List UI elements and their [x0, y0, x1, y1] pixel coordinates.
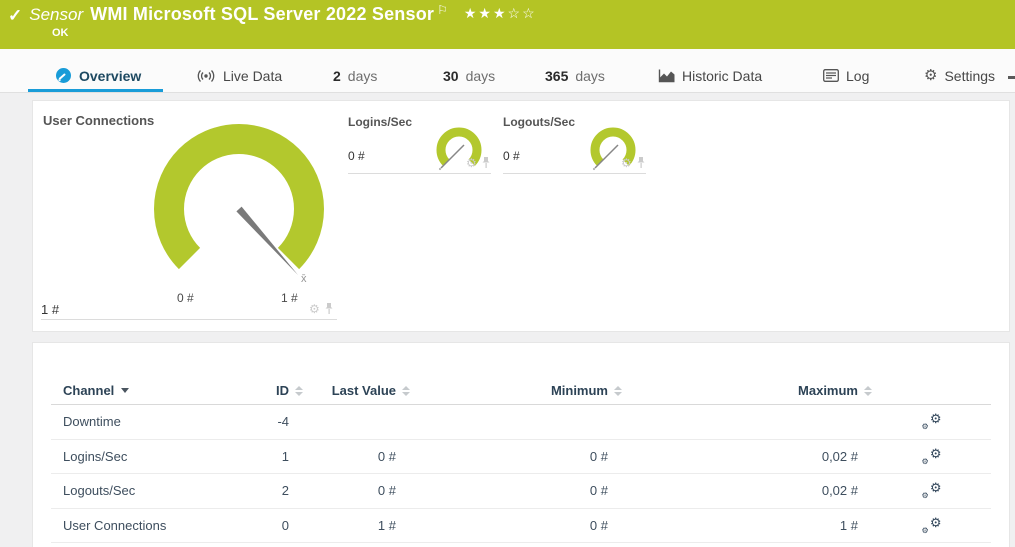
sensor-header: ✓ Sensor WMI Microsoft SQL Server 2022 S…	[0, 0, 1015, 49]
tab-log-label: Log	[846, 68, 869, 84]
small-gauge-2-value: 0 #	[503, 149, 520, 163]
pin-icon[interactable]	[636, 156, 646, 169]
divider	[41, 319, 337, 320]
tab-overview-label: Overview	[79, 68, 141, 84]
col-header-id[interactable]: ID	[241, 383, 303, 398]
table-row[interactable]: Downtime -4 ⚙ ⚙	[51, 405, 991, 440]
primary-gauge-title: User Connections	[43, 113, 154, 128]
tab-365-days-unit: days	[575, 68, 605, 84]
col-header-maximum[interactable]: Maximum	[622, 383, 872, 398]
channel-maximum: 0,02 #	[622, 483, 872, 498]
tab-settings[interactable]: ⚙ Settings	[924, 59, 995, 92]
channels-panel: Channel ID Last Value Minimum Maximum	[32, 342, 1010, 547]
gear-icon[interactable]: ⚙	[466, 157, 477, 169]
tab-live-data[interactable]: Live Data	[196, 59, 282, 92]
channel-id: 1	[241, 449, 303, 464]
tab-30-days[interactable]: 30 days	[443, 59, 495, 92]
status-badge: OK	[52, 27, 69, 39]
table-row[interactable]: Logouts/Sec 2 0 # 0 # 0,02 # ⚙ ⚙	[51, 474, 991, 509]
divider	[348, 173, 491, 174]
table-header-row: Channel ID Last Value Minimum Maximum	[51, 343, 991, 405]
gauge-scale-max: 1 #	[281, 291, 298, 305]
tab-historic-data[interactable]: Historic Data	[658, 59, 762, 92]
logouts-sec-gauge	[583, 120, 643, 180]
small-gauge-2-tools: ⚙	[621, 156, 646, 169]
flag-icon[interactable]: ⚐	[437, 3, 448, 17]
channel-settings-gears-icon[interactable]: ⚙ ⚙	[922, 413, 942, 430]
tab-365-days[interactable]: 365 days	[545, 59, 605, 92]
primary-gauge-value: 1 #	[41, 302, 59, 317]
tab-2-days-number: 2	[333, 68, 341, 84]
status-check-icon: ✓	[8, 6, 22, 26]
area-chart-icon	[658, 69, 675, 83]
gear-icon[interactable]: ⚙	[309, 303, 320, 315]
table-row[interactable]: Logins/Sec 1 0 # 0 # 0,02 # ⚙ ⚙	[51, 440, 991, 475]
tab-30-days-unit: days	[466, 68, 496, 84]
tab-settings-label: Settings	[944, 68, 995, 84]
active-tab-underline	[28, 89, 163, 92]
divider	[503, 173, 646, 174]
tab-2-days[interactable]: 2 days	[333, 59, 377, 92]
gauge-icon	[55, 67, 72, 84]
table-row[interactable]: User Connections 0 1 # 0 # 1 # ⚙ ⚙	[51, 509, 991, 544]
channel-minimum: 0 #	[410, 449, 622, 464]
channel-settings-gears-icon[interactable]: ⚙ ⚙	[922, 448, 942, 465]
primary-gauge-tools: ⚙	[309, 302, 334, 315]
channel-settings-gears-icon[interactable]: ⚙ ⚙	[922, 482, 942, 499]
channel-name[interactable]: Logins/Sec	[51, 449, 241, 464]
gear-icon: ⚙	[924, 68, 937, 83]
tab-live-data-label: Live Data	[223, 68, 282, 84]
channel-last-value: 1 #	[303, 518, 410, 533]
partial-tab-icon[interactable]	[1008, 76, 1015, 79]
sort-caret-icon	[121, 388, 129, 393]
col-header-last-value[interactable]: Last Value	[303, 383, 410, 398]
tab-365-days-number: 365	[545, 68, 568, 84]
gear-icon[interactable]: ⚙	[621, 157, 632, 169]
channel-minimum: 0 #	[410, 483, 622, 498]
small-gauge-1-value: 0 #	[348, 149, 365, 163]
tab-30-days-number: 30	[443, 68, 459, 84]
col-header-minimum[interactable]: Minimum	[410, 383, 622, 398]
tab-historic-data-label: Historic Data	[682, 68, 762, 84]
channel-maximum: 0,02 #	[622, 449, 872, 464]
tab-overview[interactable]: Overview	[55, 59, 141, 92]
small-gauge-2-title: Logouts/Sec	[503, 115, 575, 129]
channel-name[interactable]: User Connections	[51, 518, 241, 533]
channel-maximum: 1 #	[622, 518, 872, 533]
object-kind-label: Sensor	[29, 5, 83, 25]
channel-name[interactable]: Downtime	[51, 414, 241, 429]
gauge-mean-marker: x̄	[301, 273, 307, 285]
col-header-channel[interactable]: Channel	[51, 383, 241, 398]
log-list-icon	[823, 69, 839, 82]
pin-icon[interactable]	[481, 156, 491, 169]
sort-arrows-icon	[864, 386, 872, 396]
channel-id: 2	[241, 483, 303, 498]
channel-last-value: 0 #	[303, 483, 410, 498]
priority-stars[interactable]: ★★★☆☆	[464, 5, 537, 22]
sensor-title: WMI Microsoft SQL Server 2022 Sensor	[90, 4, 434, 25]
channel-settings-gears-icon[interactable]: ⚙ ⚙	[922, 517, 942, 534]
tab-2-days-unit: days	[348, 68, 378, 84]
small-gauge-1-tools: ⚙	[466, 156, 491, 169]
gauge-scale-min: 0 #	[177, 291, 194, 305]
tab-log[interactable]: Log	[823, 59, 869, 92]
gauges-panel: User Connections x̄ 0 # 1 # 1 # ⚙ Logins…	[32, 100, 1010, 332]
pin-icon[interactable]	[324, 302, 334, 315]
broadcast-icon	[196, 69, 216, 83]
channel-name[interactable]: Logouts/Sec	[51, 483, 241, 498]
small-gauge-1-title: Logins/Sec	[348, 115, 412, 129]
sort-arrows-icon	[402, 386, 410, 396]
channels-table: Channel ID Last Value Minimum Maximum	[51, 343, 991, 543]
channel-id: 0	[241, 518, 303, 533]
sort-arrows-icon	[614, 386, 622, 396]
channel-minimum: 0 #	[410, 518, 622, 533]
logins-sec-gauge	[429, 120, 489, 180]
channel-last-value: 0 #	[303, 449, 410, 464]
channel-id: -4	[241, 414, 303, 429]
tab-bar: Overview Live Data 2 days 30 days 365 da…	[0, 49, 1015, 93]
sort-arrows-icon	[295, 386, 303, 396]
